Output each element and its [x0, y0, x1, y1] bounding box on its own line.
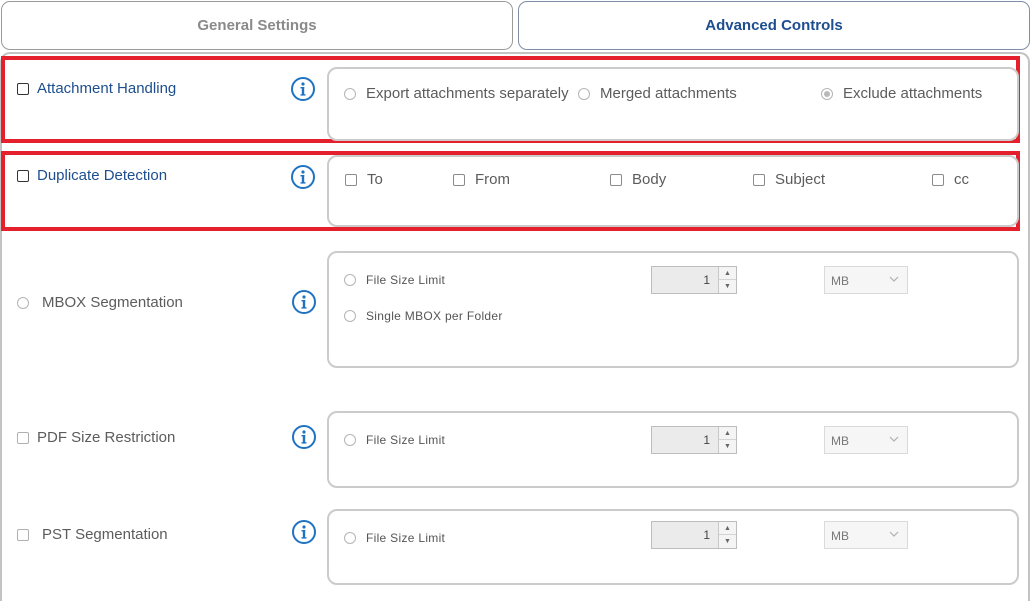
tab-general-settings[interactable]: General Settings — [1, 1, 513, 50]
duplicate-field-to[interactable]: To — [345, 171, 383, 188]
merged-attachments-radio[interactable] — [578, 87, 590, 100]
exclude-attachments-option[interactable]: Exclude attachments — [821, 85, 982, 102]
pst-segmentation-checkbox[interactable] — [17, 528, 29, 541]
pst-file-size-label: File Size Limit — [366, 531, 446, 545]
duplicate-detection-row[interactable]: Duplicate Detection — [17, 167, 167, 184]
pdf-size-value: 1 — [703, 433, 710, 447]
pst-unit-value: MB — [831, 529, 849, 543]
export-separately-option[interactable]: Export attachments separately — [344, 85, 569, 102]
cc-checkbox[interactable] — [932, 173, 944, 186]
subject-checkbox[interactable] — [753, 173, 765, 186]
info-icon[interactable] — [292, 520, 316, 544]
duplicate-field-subject[interactable]: Subject — [753, 171, 825, 188]
info-icon[interactable] — [292, 425, 316, 449]
merged-attachments-label: Merged attachments — [600, 85, 737, 102]
attachment-handling-checkbox[interactable] — [17, 82, 29, 95]
pst-segmentation-label: PST Segmentation — [42, 526, 168, 543]
pdf-size-restriction-row[interactable]: PDF Size Restriction — [17, 429, 175, 446]
chevron-down-icon — [889, 276, 899, 282]
mbox-unit-value: MB — [831, 274, 849, 288]
attachment-options-panel — [327, 67, 1019, 141]
pst-segmentation-row[interactable]: PST Segmentation — [17, 526, 168, 543]
pdf-file-size-radio[interactable] — [344, 434, 356, 446]
chevron-up-icon[interactable]: ▲ — [719, 427, 736, 440]
mbox-size-stepper[interactable]: 1 ▲ ▼ — [651, 266, 737, 294]
pdf-size-stepper[interactable]: 1 ▲ ▼ — [651, 426, 737, 454]
pdf-file-size-label: File Size Limit — [366, 433, 446, 447]
attachment-handling-row[interactable]: Attachment Handling — [17, 80, 176, 97]
info-icon[interactable] — [291, 77, 315, 101]
mbox-segmentation-label: MBOX Segmentation — [42, 294, 183, 311]
duplicate-field-body[interactable]: Body — [610, 171, 666, 188]
exclude-attachments-radio[interactable] — [821, 87, 833, 100]
pst-size-stepper[interactable]: 1 ▲ ▼ — [651, 521, 737, 549]
chevron-down-icon[interactable]: ▼ — [719, 440, 736, 453]
export-separately-label: Export attachments separately — [366, 85, 569, 102]
chevron-up-icon[interactable]: ▲ — [719, 522, 736, 535]
pdf-unit-select[interactable]: MB — [824, 426, 908, 454]
from-checkbox[interactable] — [453, 173, 465, 186]
mbox-segmentation-radio[interactable] — [17, 296, 29, 309]
pdf-unit-value: MB — [831, 434, 849, 448]
duplicate-field-from[interactable]: From — [453, 171, 510, 188]
chevron-down-icon[interactable]: ▼ — [719, 280, 736, 293]
from-label: From — [475, 171, 510, 188]
chevron-down-icon — [889, 531, 899, 537]
pst-unit-select[interactable]: MB — [824, 521, 908, 549]
pst-file-size-option[interactable]: File Size Limit — [344, 531, 445, 545]
subject-label: Subject — [775, 171, 826, 188]
mbox-segmentation-row[interactable]: MBOX Segmentation — [17, 294, 183, 311]
to-label: To — [367, 171, 383, 188]
single-mbox-per-folder-option[interactable]: Single MBOX per Folder — [344, 309, 503, 323]
duplicate-field-cc[interactable]: cc — [932, 171, 969, 188]
single-mbox-per-folder-label: Single MBOX per Folder — [366, 309, 503, 323]
export-separately-radio[interactable] — [344, 87, 356, 100]
pst-size-value: 1 — [703, 528, 710, 542]
mbox-file-size-radio[interactable] — [344, 274, 356, 286]
duplicate-detection-label: Duplicate Detection — [37, 167, 168, 184]
pst-file-size-radio[interactable] — [344, 532, 356, 544]
chevron-down-icon — [889, 436, 899, 442]
to-checkbox[interactable] — [345, 173, 357, 186]
mbox-unit-select[interactable]: MB — [824, 266, 908, 294]
merged-attachments-option[interactable]: Merged attachments — [578, 85, 737, 102]
body-checkbox[interactable] — [610, 173, 622, 186]
tab-advanced-controls[interactable]: Advanced Controls — [518, 1, 1030, 50]
mbox-size-value: 1 — [703, 273, 710, 287]
info-icon[interactable] — [291, 165, 315, 189]
mbox-file-size-label: File Size Limit — [366, 273, 446, 287]
mbox-file-size-option[interactable]: File Size Limit — [344, 273, 445, 287]
pdf-file-size-option[interactable]: File Size Limit — [344, 433, 445, 447]
pdf-size-restriction-checkbox[interactable] — [17, 431, 29, 444]
body-label: Body — [632, 171, 667, 188]
duplicate-fields-panel — [327, 155, 1019, 227]
attachment-handling-label: Attachment Handling — [37, 80, 177, 97]
info-icon[interactable] — [292, 290, 316, 314]
single-mbox-per-folder-radio[interactable] — [344, 310, 356, 322]
cc-label: cc — [954, 171, 969, 188]
chevron-down-icon[interactable]: ▼ — [719, 535, 736, 548]
duplicate-detection-checkbox[interactable] — [17, 169, 29, 182]
exclude-attachments-label: Exclude attachments — [843, 85, 983, 102]
pdf-size-restriction-label: PDF Size Restriction — [37, 429, 176, 446]
chevron-up-icon[interactable]: ▲ — [719, 267, 736, 280]
